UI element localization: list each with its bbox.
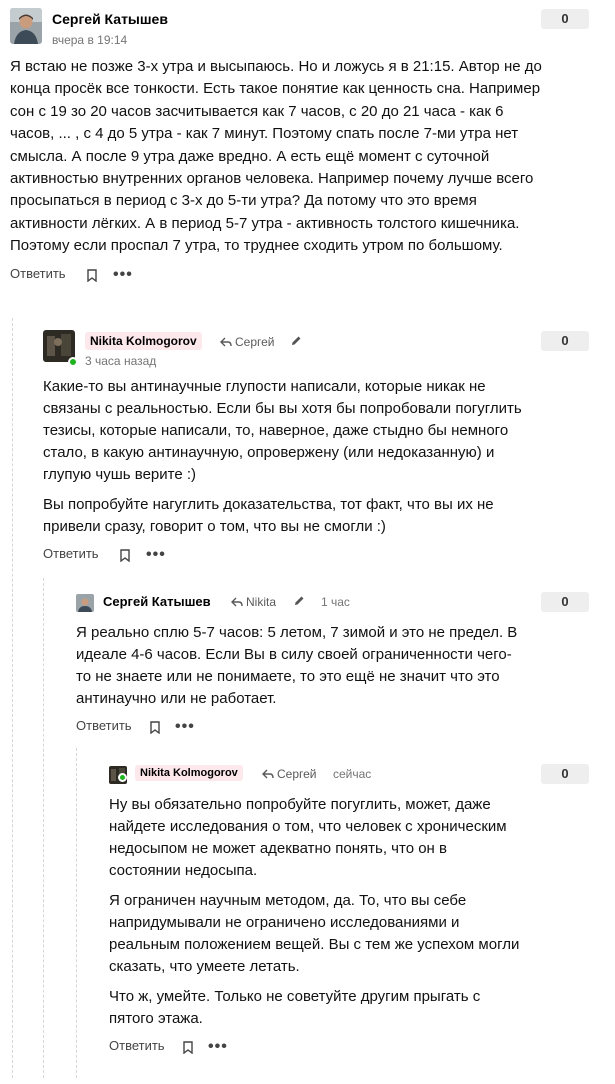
- author-name[interactable]: Сергей Катышев: [52, 11, 168, 27]
- comment-body: Я реально сплю 5-7 часов: 5 летом, 7 зим…: [76, 622, 521, 710]
- timestamp[interactable]: 1 час: [321, 595, 350, 609]
- reply-button[interactable]: Ответить: [10, 266, 66, 281]
- more-options-icon[interactable]: •••: [146, 547, 166, 563]
- comment-text: Я реально сплю 5-7 часов: 5 летом, 7 зим…: [76, 624, 518, 707]
- timestamp[interactable]: 3 часа назад: [85, 354, 156, 368]
- score-badge: 0: [541, 592, 589, 612]
- bookmark-icon[interactable]: [87, 268, 97, 283]
- reply-button[interactable]: Ответить: [76, 718, 132, 733]
- thread-line-level-1: [12, 318, 13, 1078]
- reply-arrow-icon: [262, 769, 274, 779]
- comment-body: Какие-то вы антинаучные глупости написал…: [43, 376, 543, 538]
- score-badge: 0: [541, 9, 589, 29]
- avatar[interactable]: [76, 594, 94, 612]
- reply-arrow-icon: [220, 337, 232, 347]
- comment-text: Я встаю не позже 3-х утра и высыпаюсь. Н…: [10, 58, 542, 255]
- reply-to-link[interactable]: Сергей: [220, 335, 275, 349]
- comment: Сергей Катышев вчера в 19:14 0 Я встаю н…: [10, 8, 607, 290]
- online-indicator: [118, 773, 127, 782]
- thread-line-level-3: [76, 748, 77, 1078]
- bookmark-icon[interactable]: [150, 721, 160, 735]
- comment-body: Ну вы обязательно попробуйте погуглить, …: [109, 794, 521, 1030]
- reply-to-link[interactable]: Nikita: [231, 595, 276, 609]
- author-name[interactable]: Nikita Kolmogorov: [85, 332, 202, 350]
- score-badge: 0: [541, 764, 589, 784]
- comment-text: Какие-то вы антинаучные глупости написал…: [43, 378, 522, 483]
- comment-body: Я встаю не позже 3-х утра и высыпаюсь. Н…: [10, 56, 545, 258]
- author-name[interactable]: Nikita Kolmogorov: [135, 765, 243, 781]
- timestamp[interactable]: сейчас: [333, 767, 371, 781]
- reply-button[interactable]: Ответить: [109, 1038, 165, 1053]
- online-indicator: [68, 357, 78, 367]
- score-badge: 0: [541, 331, 589, 351]
- thread-line-level-2: [43, 578, 44, 1078]
- avatar[interactable]: [10, 8, 42, 44]
- comment-text: Ну вы обязательно попробуйте погуглить, …: [109, 796, 507, 879]
- comment: Nikita Kolmogorov Сергей 3 часа назад 0 …: [43, 330, 607, 570]
- reply-to-link[interactable]: Сергей: [262, 767, 317, 781]
- bookmark-icon[interactable]: [183, 1041, 193, 1055]
- comment-text: Вы попробуйте нагуглить доказательства, …: [43, 496, 494, 535]
- edit-icon[interactable]: [293, 594, 305, 606]
- reply-button[interactable]: Ответить: [43, 546, 99, 561]
- more-options-icon[interactable]: •••: [113, 266, 133, 282]
- comment: Сергей Катышев Nikita 1 час 0 Я реально …: [76, 592, 607, 742]
- comment-text: Что ж, умейте. Только не советуйте други…: [109, 988, 481, 1027]
- more-options-icon[interactable]: •••: [175, 719, 195, 735]
- bookmark-icon[interactable]: [120, 549, 130, 563]
- author-name[interactable]: Сергей Катышев: [103, 594, 211, 609]
- more-options-icon[interactable]: •••: [208, 1039, 228, 1055]
- reply-arrow-icon: [231, 597, 243, 607]
- comment-text: Я ограничен научным методом, да. То, что…: [109, 892, 520, 975]
- timestamp[interactable]: вчера в 19:14: [52, 33, 127, 47]
- edit-icon[interactable]: [290, 334, 302, 346]
- comment: Nikita Kolmogorov Сергей сейчас 0 Ну вы …: [109, 764, 607, 1062]
